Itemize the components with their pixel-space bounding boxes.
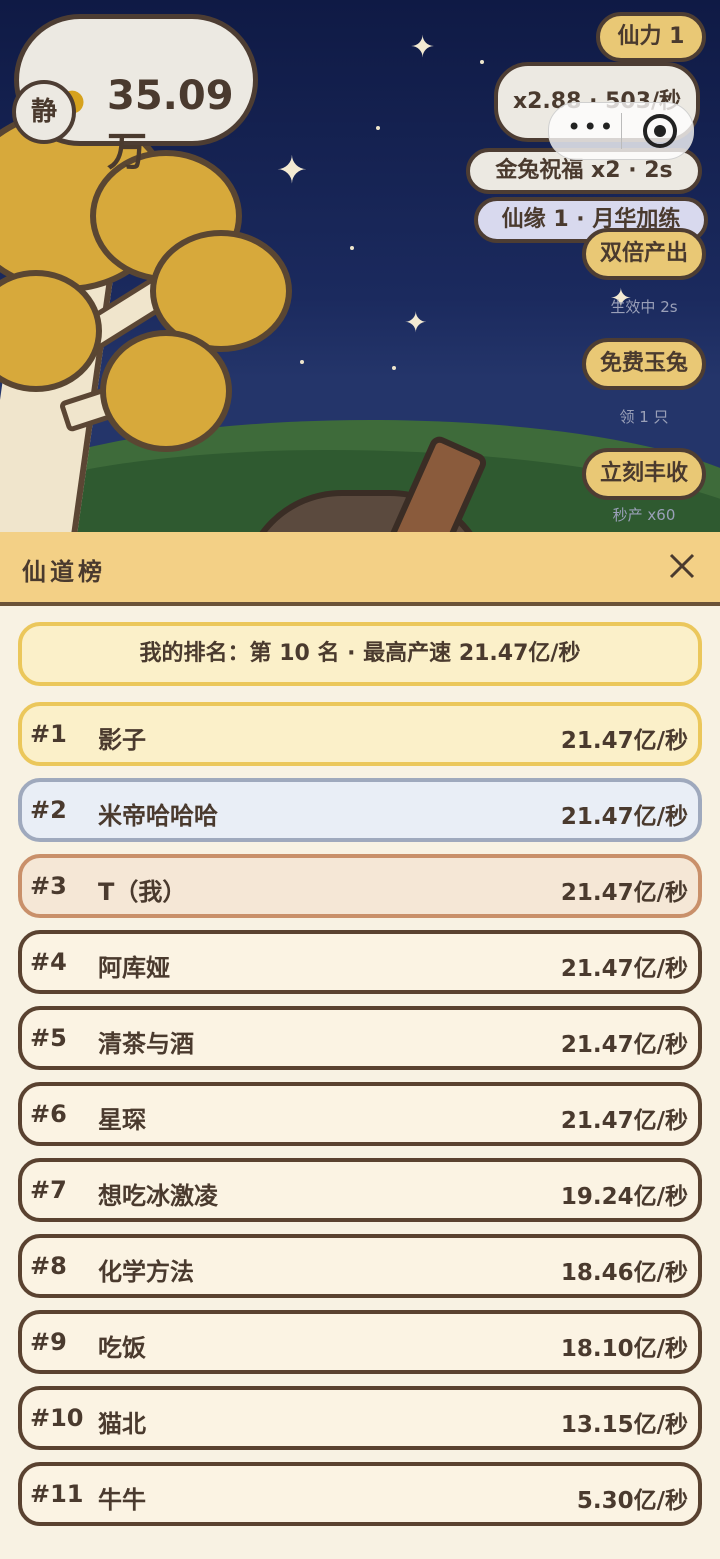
star-dot [300,360,304,364]
player-name: 清茶与酒 [98,1030,194,1058]
production-speed: 18.46亿/秒 [560,1260,688,1286]
table-row[interactable]: #3 T（我） 21.47亿/秒 [18,854,702,918]
player-name: 阿库娅 [98,954,170,982]
star-dot [392,366,396,370]
player-name: 想吃冰激凌 [98,1182,218,1210]
free-rabbit-status: 领 1 只 [619,408,669,426]
table-row[interactable]: #5 清茶与酒 21.47亿/秒 [18,1006,702,1070]
rank-number: #2 [30,796,67,824]
player-name: 化学方法 [98,1258,194,1286]
player-name: 吃饭 [98,1334,146,1362]
star-dot [480,60,484,64]
rank-number: #8 [30,1252,67,1280]
star-dot [376,126,380,130]
star-icon: ✦ [276,148,308,192]
double-output-button[interactable]: 双倍产出 [582,228,706,280]
table-row[interactable]: #8 化学方法 18.46亿/秒 [18,1234,702,1298]
production-speed: 21.47亿/秒 [560,728,688,754]
double-output-status: 生效中 2s [610,298,678,316]
table-row[interactable]: #1 影子 21.47亿/秒 [18,702,702,766]
production-speed: 21.47亿/秒 [560,804,688,830]
instant-harvest-button[interactable]: 立刻丰收 [582,448,706,500]
rank-number: #6 [30,1100,67,1128]
rank-number: #10 [30,1404,84,1432]
production-speed: 21.47亿/秒 [560,880,688,906]
production-speed: 21.47亿/秒 [560,1032,688,1058]
star-icon: ✦ [404,306,428,339]
rank-number: #11 [30,1480,84,1508]
rank-number: #9 [30,1328,67,1356]
free-rabbit-button[interactable]: 免费玉兔 [582,338,706,390]
player-name: 牛牛 [98,1486,146,1514]
my-rank-banner: 我的排名：第 10 名 · 最高产速 21.47亿/秒 [18,622,702,686]
production-speed: 13.15亿/秒 [560,1412,688,1438]
leaderboard-title: 仙道榜 [22,558,106,586]
rank-number: #4 [30,948,67,976]
close-icon[interactable] [666,550,698,582]
rank-number: #1 [30,720,67,748]
rank-number: #5 [30,1024,67,1052]
leaderboard-header: 仙道榜 [0,532,720,606]
production-speed: 19.24亿/秒 [560,1184,688,1210]
fairy-power-badge: 仙力 1 [596,12,706,62]
capsule-divider [621,113,622,149]
more-icon[interactable]: ••• [567,113,615,141]
table-row[interactable]: #11 牛牛 5.30亿/秒 [18,1462,702,1526]
table-row[interactable]: #7 想吃冰激凌 19.24亿/秒 [18,1158,702,1222]
leaderboard-body[interactable]: 我的排名：第 10 名 · 最高产速 21.47亿/秒 #1 影子 21.47亿/秒… [0,606,720,1559]
coin-value: 35.09万 [107,73,234,175]
production-speed: 18.10亿/秒 [560,1336,688,1362]
player-name: 影子 [98,726,146,754]
table-row[interactable]: #2 米帝哈哈哈 21.47亿/秒 [18,778,702,842]
player-name: T（我） [98,878,187,906]
tree-foliage [100,330,232,452]
production-speed: 5.30亿/秒 [576,1488,688,1514]
player-name: 米帝哈哈哈 [98,802,218,830]
star-icon: ✦ [410,30,436,65]
production-speed: 21.47亿/秒 [560,1108,688,1134]
table-row[interactable]: #4 阿库娅 21.47亿/秒 [18,930,702,994]
miniprogram-capsule[interactable]: ••• [548,102,694,160]
player-name: 猫北 [98,1410,146,1438]
production-speed: 21.47亿/秒 [560,956,688,982]
star-dot [350,246,354,250]
mute-button[interactable]: 静 [12,80,76,144]
table-row[interactable]: #6 星琛 21.47亿/秒 [18,1082,702,1146]
instant-harvest-status: 秒产 x60 [612,506,676,524]
player-name: 星琛 [98,1106,146,1134]
rank-number: #7 [30,1176,67,1204]
table-row[interactable]: #10 猫北 13.15亿/秒 [18,1386,702,1450]
rank-number: #3 [30,872,67,900]
table-row[interactable]: #9 吃饭 18.10亿/秒 [18,1310,702,1374]
close-miniprogram-icon[interactable] [643,114,677,148]
